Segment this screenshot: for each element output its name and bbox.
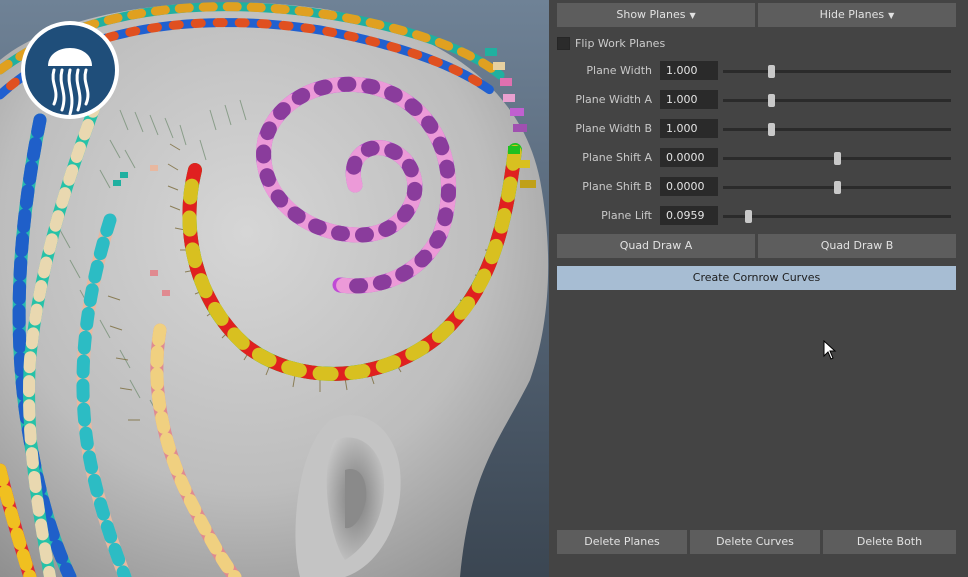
slider-handle[interactable] (745, 210, 753, 223)
setting-slider[interactable] (723, 181, 951, 194)
slider-handle[interactable] (834, 152, 841, 165)
setting-row: Plane Width A 1.000 (549, 90, 968, 110)
setting-label: Plane Lift (601, 209, 652, 222)
setting-value-field[interactable]: 1.000 (660, 119, 718, 138)
slider-handle[interactable] (767, 65, 775, 78)
delete-planes-button[interactable]: Delete Planes (557, 530, 687, 554)
slider-handle[interactable] (834, 181, 841, 194)
flip-work-planes-checkbox[interactable] (557, 37, 570, 50)
setting-label: Plane Width (586, 64, 652, 77)
hide-planes-label: Hide Planes (819, 8, 885, 21)
flip-work-planes-label: Flip Work Planes (575, 37, 666, 50)
show-planes-button[interactable]: Show Planes ▼ (557, 3, 755, 27)
setting-slider[interactable] (723, 152, 951, 165)
setting-value-field[interactable]: 1.000 (660, 90, 718, 109)
dropdown-caret-icon: ▼ (689, 11, 696, 20)
slider-handle[interactable] (767, 94, 775, 107)
setting-slider[interactable] (723, 123, 951, 136)
setting-row: Plane Width 1.000 (549, 61, 968, 81)
setting-row: Plane Shift B 0.0000 (549, 177, 968, 197)
delete-curves-button[interactable]: Delete Curves (690, 530, 820, 554)
create-cornrow-curves-button[interactable]: Create Cornrow Curves (557, 266, 956, 290)
setting-row: Plane Shift A 0.0000 (549, 148, 968, 168)
setting-value-field[interactable]: 0.0000 (660, 148, 718, 167)
setting-label: Plane Width B (575, 122, 652, 135)
setting-label: Plane Width A (575, 93, 652, 106)
setting-slider[interactable] (723, 65, 951, 78)
slider-handle[interactable] (767, 123, 775, 136)
cornrow-tool-panel: Show Planes ▼ Hide Planes ▼ Flip Work Plan… (549, 0, 968, 577)
hide-planes-button[interactable]: Hide Planes ▼ (758, 3, 956, 27)
jellyfish-logo (21, 21, 119, 119)
setting-value-field[interactable]: 1.000 (660, 61, 718, 80)
setting-row: Plane Width B 1.000 (549, 119, 968, 139)
setting-value-field[interactable]: 0.0000 (660, 177, 718, 196)
quad-draw-a-button[interactable]: Quad Draw A (557, 234, 755, 258)
delete-both-button[interactable]: Delete Both (823, 530, 956, 554)
setting-label: Plane Shift A (582, 151, 652, 164)
setting-row: Plane Lift 0.0959 (549, 206, 968, 226)
setting-value-field[interactable]: 0.0959 (660, 206, 718, 225)
setting-label: Plane Shift B (582, 180, 652, 193)
quad-draw-b-button[interactable]: Quad Draw B (758, 234, 956, 258)
dropdown-caret-icon: ▼ (888, 11, 895, 20)
show-planes-label: Show Planes (616, 8, 686, 21)
setting-slider[interactable] (723, 94, 951, 107)
3d-viewport[interactable] (0, 0, 549, 577)
setting-slider[interactable] (723, 210, 951, 223)
mouse-cursor-icon (823, 340, 837, 360)
viewport-scene (0, 2, 549, 577)
